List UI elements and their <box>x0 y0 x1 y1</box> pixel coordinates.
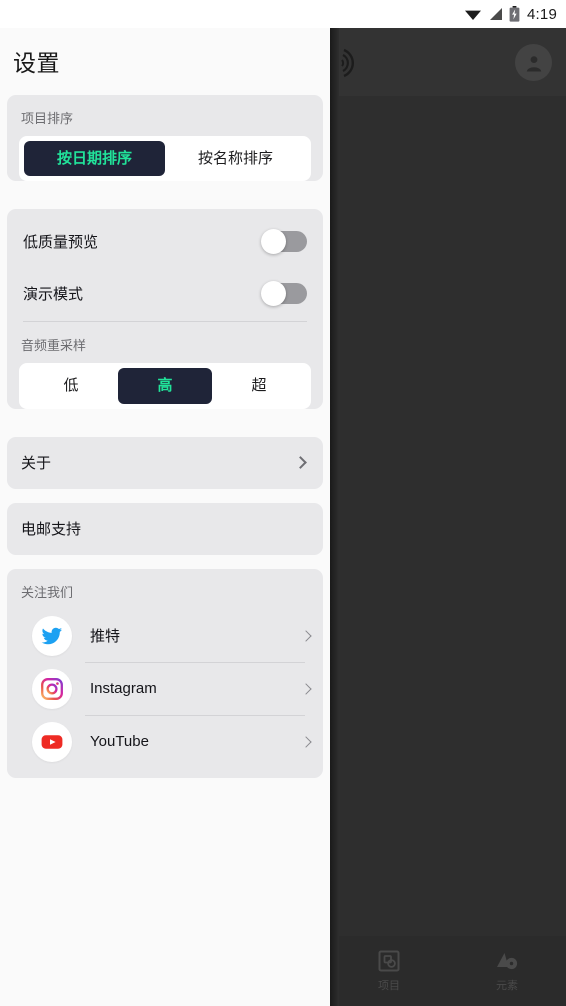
sort-segmented-control[interactable]: 按日期排序 按名称排序 <box>19 136 311 182</box>
bottom-nav: 项目 元素 <box>330 936 566 1006</box>
chevron-right-icon <box>300 735 312 748</box>
social-label: 推特 <box>90 628 121 645</box>
battery-charging-icon <box>509 6 520 22</box>
sort-group-label: 项目排序 <box>21 111 74 126</box>
wifi-icon <box>465 10 481 20</box>
toggle-knob <box>261 228 286 254</box>
row-twitter[interactable]: 推特 <box>32 610 323 662</box>
row-email-support[interactable]: 电邮支持 <box>7 503 323 555</box>
toggle-low-quality-preview[interactable] <box>261 228 307 254</box>
bottom-nav-item-projects[interactable]: 项目 <box>330 950 448 993</box>
audio-group-label: 音频重采样 <box>21 338 87 354</box>
status-bar-icons <box>464 6 520 22</box>
about-card[interactable]: 关于 <box>7 436 323 489</box>
avatar[interactable] <box>515 44 552 81</box>
follow-us-card: 关注我们 推特 Instagram YouTube <box>7 568 323 778</box>
background-app-canvas <box>330 96 566 964</box>
row-presentation-mode[interactable]: 演示模式 <box>7 267 323 319</box>
segment-audio-low[interactable]: 低 <box>24 368 118 403</box>
bottom-nav-label: 元素 <box>496 979 518 992</box>
row-low-quality-preview[interactable]: 低质量预览 <box>7 215 323 267</box>
status-bar-clock: 4:19 <box>527 5 557 23</box>
page-title: 设置 <box>13 50 60 76</box>
bottom-nav-label: 项目 <box>378 979 400 992</box>
chevron-right-icon <box>294 456 307 469</box>
chevron-right-icon <box>300 682 312 695</box>
sort-settings-card: 项目排序 按日期排序 按名称排序 <box>7 95 323 182</box>
background-app: n 项目 <box>330 28 566 1006</box>
row-label: 关于 <box>21 455 52 472</box>
social-label: Instagram <box>90 680 157 697</box>
instagram-icon <box>32 668 72 709</box>
youtube-icon <box>32 721 72 762</box>
account-avatar-icon <box>526 55 541 71</box>
row-label: 电邮支持 <box>21 521 82 538</box>
row-label: 演示模式 <box>23 285 84 303</box>
row-about[interactable]: 关于 <box>7 437 323 489</box>
email-support-card[interactable]: 电邮支持 <box>7 502 323 555</box>
row-instagram[interactable]: Instagram <box>32 663 323 715</box>
row-label: 低质量预览 <box>23 233 99 251</box>
settings-drawer: 设置 项目排序 按日期排序 按名称排序 低质量预览 演示模式 音频重采样 低 高… <box>0 28 330 1006</box>
follow-group-label: 关注我们 <box>21 584 74 600</box>
elements-icon <box>497 952 518 969</box>
twitter-icon <box>32 615 72 656</box>
row-youtube[interactable]: YouTube <box>32 716 323 768</box>
audio-resample-segmented-control[interactable]: 低 高 超 <box>19 363 311 409</box>
projects-icon <box>378 950 400 971</box>
toggle-knob <box>261 280 286 306</box>
preferences-card: 低质量预览 演示模式 音频重采样 低 高 超 <box>7 209 323 409</box>
toggle-presentation-mode[interactable] <box>261 280 307 306</box>
segment-sort-by-date[interactable]: 按日期排序 <box>24 141 165 177</box>
segment-audio-ultra[interactable]: 超 <box>212 368 306 403</box>
chevron-right-icon <box>300 629 312 642</box>
segment-sort-by-name[interactable]: 按名称排序 <box>165 141 306 176</box>
screen: n 项目 <box>0 0 566 1006</box>
drawer-edge-shadow <box>330 28 339 1006</box>
cell-signal-icon <box>490 8 502 20</box>
bottom-nav-item-elements[interactable]: 元素 <box>448 950 566 993</box>
segment-audio-high[interactable]: 高 <box>118 368 212 404</box>
background-app-topbar: n <box>330 28 566 96</box>
social-label: YouTube <box>90 733 149 750</box>
status-bar: 4:19 <box>0 0 566 28</box>
